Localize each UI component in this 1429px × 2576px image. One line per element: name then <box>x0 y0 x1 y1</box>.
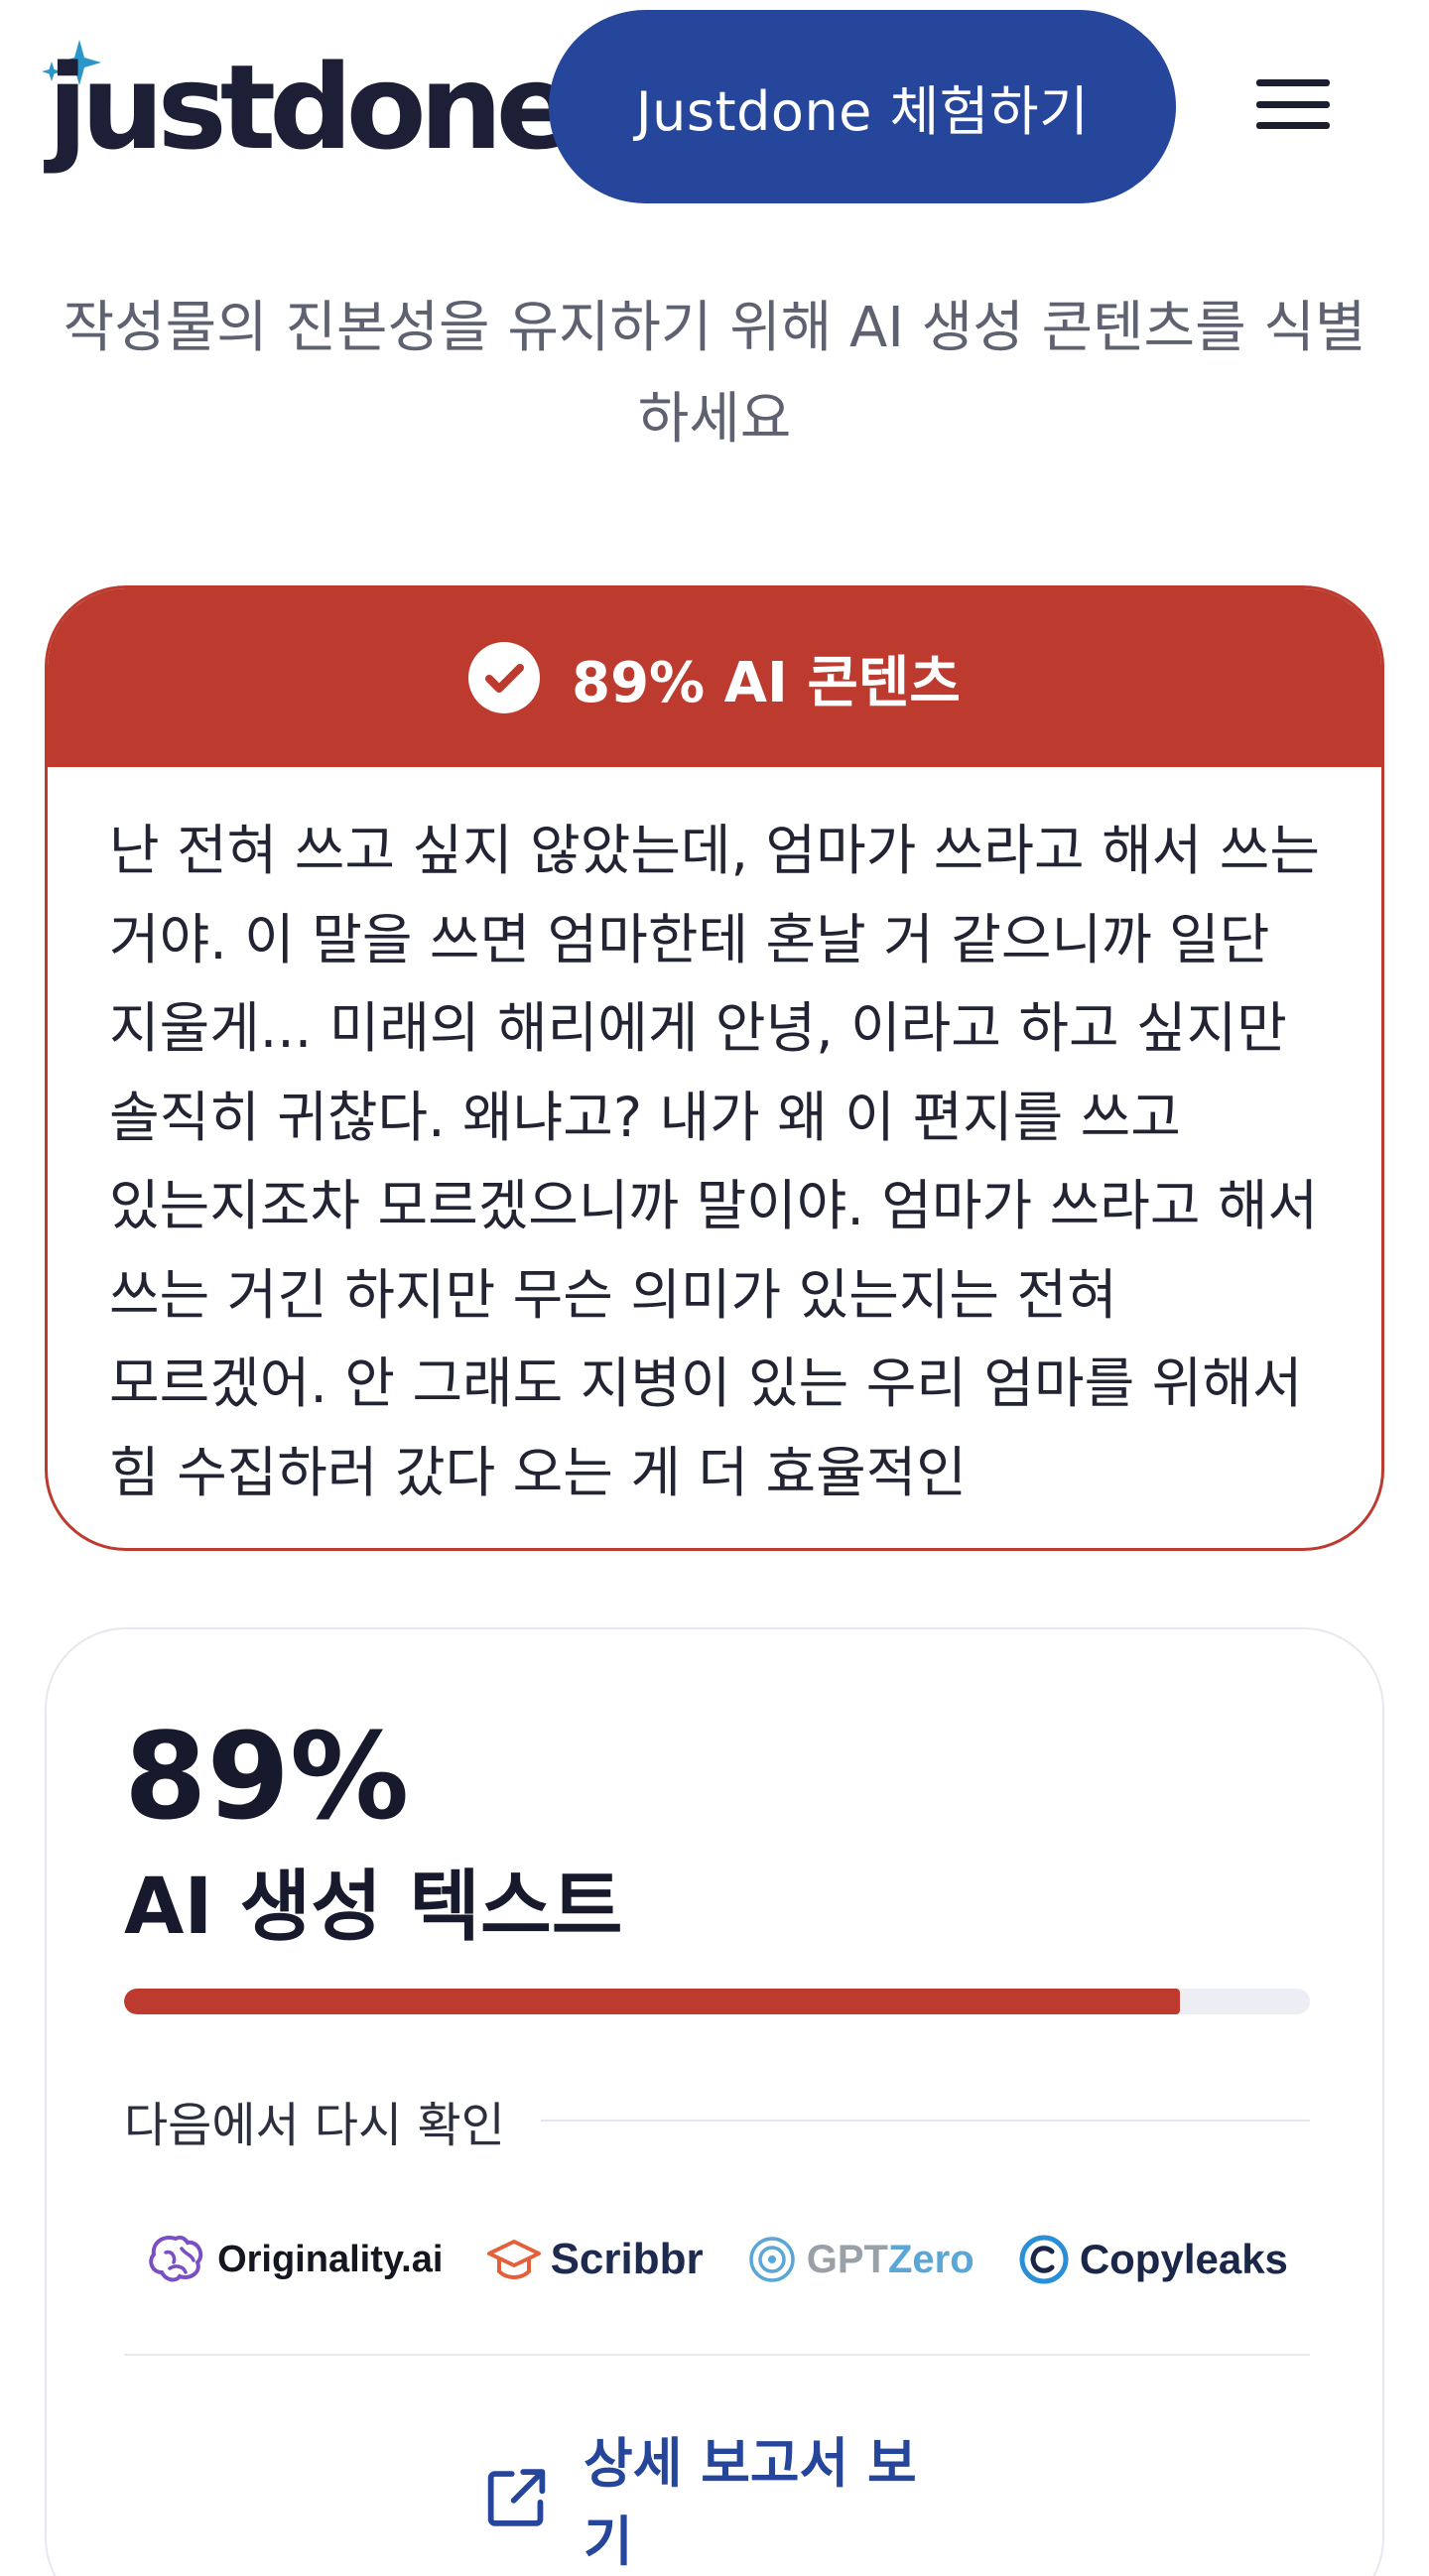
brand-name: Originality.ai <box>217 2238 444 2280</box>
menu-bar <box>1256 100 1330 108</box>
header: justdone Justdone 체험하기 <box>0 0 1429 213</box>
originality-ai-logo[interactable]: Originality.ai <box>146 2233 443 2286</box>
gptzero-logo[interactable]: GPTZero <box>747 2235 974 2284</box>
score-card: 89% AI 생성 텍스트 다음에서 다시 확인 Originality.ai <box>45 1627 1384 2576</box>
brand-name-gpt: GPT <box>806 2237 888 2281</box>
try-justdone-button[interactable]: Justdone 체험하기 <box>549 10 1176 203</box>
recheck-divider <box>540 2120 1310 2122</box>
target-icon <box>749 2237 795 2282</box>
brand-name: Scribbr <box>550 2235 704 2283</box>
ai-score-progress-bar <box>124 1989 1310 2014</box>
copyleaks-c-icon <box>1019 2235 1069 2284</box>
brain-icon <box>149 2235 203 2282</box>
report-button-label: 상세 보고서 보기 <box>584 2432 917 2573</box>
brand-name: GPTZero <box>807 2238 974 2282</box>
result-title: 89% AI 콘텐츠 <box>572 650 961 715</box>
justdone-logo[interactable]: justdone <box>40 32 576 181</box>
result-banner: 89% AI 콘텐츠 <box>48 588 1381 767</box>
ai-score-progress-fill <box>124 1989 1180 2014</box>
page-subtitle: 작성물의 진본성을 유지하기 위해 AI 생성 콘텐츠를 식별하세요 <box>63 296 1366 451</box>
menu-bar <box>1256 79 1330 86</box>
recheck-label: 다음에서 다시 확인 <box>124 2098 505 2153</box>
hamburger-menu-icon[interactable] <box>1252 69 1334 139</box>
menu-bar <box>1256 122 1330 129</box>
copyleaks-logo[interactable]: Copyleaks <box>1018 2234 1288 2285</box>
ai-score-percent: 89% <box>124 1709 410 1847</box>
detector-logos: Originality.ai Scribbr GPTZero Copyleaks <box>124 2205 1310 2314</box>
view-detailed-report-button[interactable]: 상세 보고서 보기 <box>483 2432 950 2573</box>
section-divider <box>124 2354 1310 2356</box>
graduation-cap-icon <box>486 2240 541 2279</box>
brand-name: Copyleaks <box>1079 2236 1288 2282</box>
analyzed-text: 난 전혀 쓰고 싶지 않았는데, 엄마가 쓰라고 해서 쓰는 거야. 이 말을 … <box>109 819 1320 1504</box>
page: justdone Justdone 체험하기 작성물의 진본성을 유지하기 위해… <box>0 0 1429 2576</box>
ai-score-label: AI 생성 텍스트 <box>124 1863 623 1952</box>
check-circle-icon <box>468 642 541 713</box>
logo-wordmark: justdone <box>48 39 576 176</box>
recheck-section: 다음에서 다시 확인 <box>124 2086 1310 2155</box>
detection-result-card: 89% AI 콘텐츠 난 전혀 쓰고 싶지 않았는데, 엄마가 쓰라고 해서 쓰… <box>45 585 1384 1551</box>
brand-name-zero: Zero <box>887 2237 974 2281</box>
external-link-icon <box>487 2469 546 2526</box>
scribbr-logo[interactable]: Scribbr <box>486 2235 704 2284</box>
